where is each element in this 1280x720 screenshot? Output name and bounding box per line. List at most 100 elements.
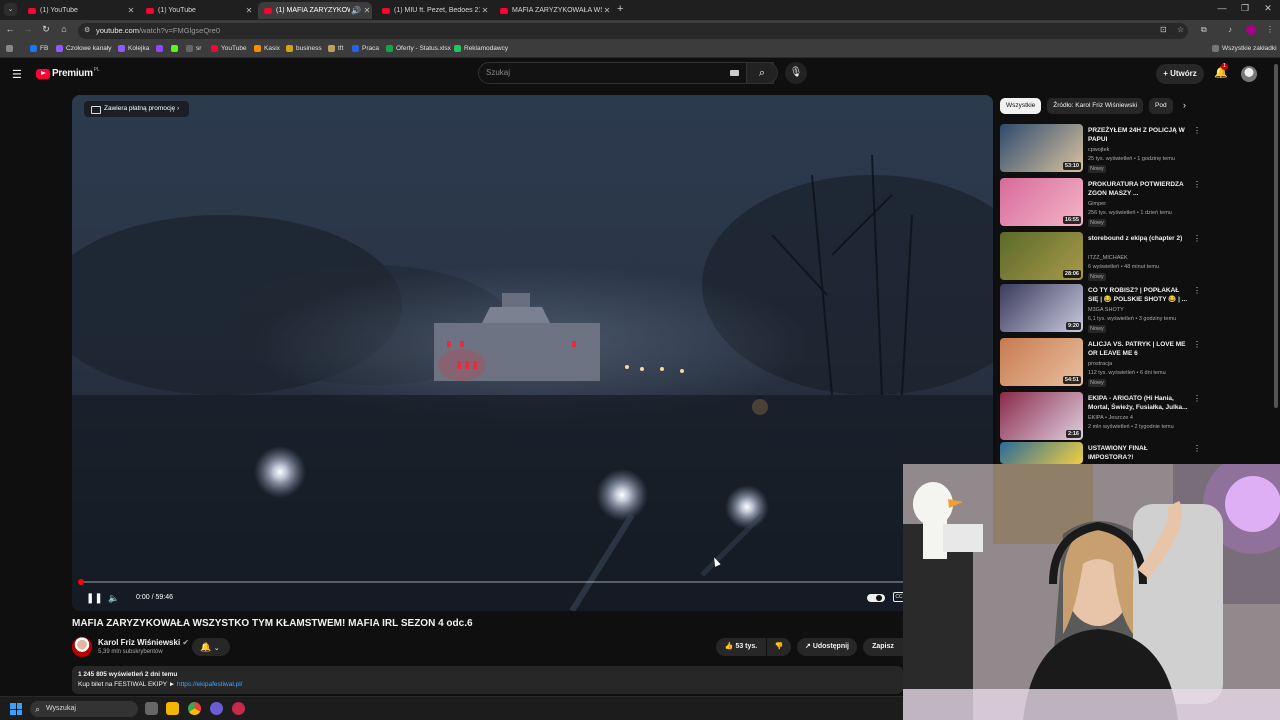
- video-title[interactable]: USTAWIONY FINAŁ IMPOSTORA?!: [1088, 444, 1188, 462]
- create-button[interactable]: + Utwórz: [1156, 64, 1204, 84]
- description-box[interactable]: 1 245 805 wyświetleń 2 dni temu Kup bile…: [72, 666, 903, 694]
- video-title[interactable]: storebound z ekipą (chapter 2): [1088, 234, 1188, 243]
- volume-icon[interactable]: 🔈: [108, 593, 119, 604]
- recommended-video[interactable]: 2:16 EKIPA - ARIGATO (Hi Hania, Mortal, Ś…: [1000, 392, 1201, 442]
- all-bookmarks[interactable]: Wszystkie zakładki: [1212, 45, 1277, 52]
- close-tab-icon[interactable]: ✕: [126, 6, 136, 15]
- back-icon[interactable]: ←: [3, 24, 17, 34]
- site-info-icon[interactable]: ⚙: [84, 23, 90, 39]
- video-title[interactable]: ALICJA VS. PATRYK | LOVE ME OR LEAVE ME …: [1088, 340, 1188, 358]
- more-options-icon[interactable]: ⋮: [1193, 234, 1201, 243]
- bookmark-oferty[interactable]: Oferty - Status.xlsx: [386, 45, 451, 52]
- search-button[interactable]: ⌕: [746, 62, 778, 84]
- channel-name[interactable]: ITZZ_MICHAEK: [1088, 255, 1128, 261]
- recommended-video[interactable]: 53:10 PRZEŻYŁEM 24H Z POLICJĄ W PAPUI cpwo…: [1000, 124, 1201, 174]
- restore-button[interactable]: ❐: [1237, 3, 1253, 14]
- home-icon[interactable]: ⌂: [57, 24, 71, 34]
- keyboard-icon[interactable]: [730, 70, 739, 76]
- windows-start-icon[interactable]: [10, 703, 22, 715]
- video-thumbnail[interactable]: [1000, 442, 1083, 464]
- extensions-icon[interactable]: ⧉: [1201, 25, 1207, 35]
- video-title[interactable]: PRZEŻYŁEM 24H Z POLICJĄ W PAPUI: [1088, 126, 1188, 144]
- bookmark-fb[interactable]: FB: [30, 45, 48, 52]
- video-title[interactable]: PROKURATURA POTWIERDZA ZGON MASZY ...: [1088, 180, 1188, 198]
- browser-tab[interactable]: (1) MIÚ ft. Pezet, Bedoes 2115 ✕: [376, 2, 490, 19]
- speaker-icon[interactable]: 🔊: [350, 6, 362, 15]
- bookmark-sr[interactable]: sr: [186, 45, 201, 52]
- hamburger-menu-icon[interactable]: ☰: [12, 68, 22, 81]
- browser-tab[interactable]: MAFIA ZARYZYKOWAŁA WSZY ✕: [494, 2, 612, 19]
- more-options-icon[interactable]: ⋮: [1193, 394, 1201, 403]
- bookmark-kick[interactable]: [171, 45, 181, 52]
- bookmark-praca[interactable]: Praca: [352, 45, 379, 52]
- close-window-button[interactable]: ✕: [1260, 3, 1276, 14]
- forward-icon[interactable]: →: [21, 24, 35, 34]
- festival-link[interactable]: https://ekipafestiwal.pl/: [177, 681, 242, 688]
- address-bar[interactable]: ⚙ youtube.com/watch?v=FMGlgseQre0: [78, 23, 1188, 39]
- channel-name[interactable]: Karol Friz Wiśniewski ✔: [98, 638, 189, 647]
- bookmark-kolejka[interactable]: Kolejka: [118, 45, 149, 52]
- chip-source[interactable]: Źródło: Karol Friz Wiśniewski: [1047, 98, 1144, 114]
- video-thumbnail[interactable]: 16:55: [1000, 178, 1083, 226]
- dislike-button[interactable]: 👎: [767, 638, 791, 656]
- discord-icon[interactable]: [210, 702, 223, 715]
- profile-icon[interactable]: [1246, 25, 1256, 35]
- recommended-video[interactable]: USTAWIONY FINAŁ IMPOSTORA?! ⋮: [1000, 442, 1201, 464]
- video-title[interactable]: CO TY ROBISZ? | POPŁAKAŁ SIĘ | 😂 POLSKIE…: [1088, 286, 1188, 304]
- channel-name[interactable]: Gimper: [1088, 201, 1106, 207]
- recommended-video[interactable]: 9:20 CO TY ROBISZ? | POPŁAKAŁ SIĘ | 😂 POL…: [1000, 284, 1201, 334]
- video-thumbnail[interactable]: 2:16: [1000, 392, 1083, 440]
- pause-button[interactable]: ❚❚: [86, 593, 103, 604]
- chip-all[interactable]: Wszystkie: [1000, 98, 1042, 114]
- bookmark-kasix[interactable]: Kasix: [254, 45, 280, 52]
- video-player[interactable]: Zawiera płatną promocję › ❚❚ 🔈 0:00 / 59…: [72, 95, 993, 611]
- recommended-video[interactable]: 28:06 storebound z ekipą (chapter 2) ITZZ_…: [1000, 232, 1201, 282]
- video-thumbnail[interactable]: 53:10: [1000, 124, 1083, 172]
- video-thumbnail[interactable]: 9:20: [1000, 284, 1083, 332]
- bookmark-business[interactable]: business: [286, 45, 322, 52]
- task-view-icon[interactable]: [145, 702, 158, 715]
- reload-icon[interactable]: ↻: [39, 24, 53, 35]
- recommended-video[interactable]: 54:51 ALICJA VS. PATRYK | LOVE ME OR LEAV…: [1000, 338, 1201, 388]
- menu-icon[interactable]: ⋮: [1266, 25, 1274, 34]
- browser-tab[interactable]: (1) YouTube ✕: [140, 2, 254, 19]
- progress-bar[interactable]: [78, 579, 987, 585]
- bookmark-reklamodawcy[interactable]: Reklamodawcy: [454, 45, 508, 52]
- avatar[interactable]: [1241, 66, 1257, 82]
- tab-search-button[interactable]: ⌄: [4, 3, 17, 16]
- chip-related[interactable]: Pod: [1149, 98, 1174, 114]
- obs-icon[interactable]: [232, 702, 245, 715]
- channel-name[interactable]: cpwojtek: [1088, 147, 1109, 153]
- like-button[interactable]: 👍 53 tys.: [716, 638, 766, 656]
- more-options-icon[interactable]: ⋮: [1193, 180, 1201, 189]
- microphone-icon[interactable]: 🎙: [785, 62, 807, 84]
- media-icon[interactable]: ♪: [1228, 25, 1232, 34]
- close-tab-icon[interactable]: ✕: [480, 6, 490, 15]
- channel-name[interactable]: prostracja: [1088, 361, 1112, 367]
- minimize-button[interactable]: —: [1214, 3, 1230, 13]
- bookmark-youtube[interactable]: YouTube: [211, 45, 247, 52]
- bookmark-star-icon[interactable]: ☆: [1177, 25, 1184, 34]
- browser-tab[interactable]: (1) YouTube ✕: [22, 2, 136, 19]
- more-options-icon[interactable]: ⋮: [1193, 444, 1201, 453]
- more-options-icon[interactable]: ⋮: [1193, 126, 1201, 135]
- share-button[interactable]: ↗ Udostępnij: [797, 638, 857, 656]
- install-icon[interactable]: ⊡: [1160, 25, 1167, 34]
- video-title[interactable]: EKIPA - ARIGATO (Hi Hania, Mortal, Śwież…: [1088, 394, 1188, 412]
- apps-icon[interactable]: [6, 45, 16, 52]
- save-button[interactable]: Zapisz: [863, 638, 903, 656]
- bookmark-tft[interactable]: tft: [328, 45, 343, 52]
- autoplay-toggle[interactable]: [867, 594, 885, 602]
- video-thumbnail[interactable]: 28:06: [1000, 232, 1083, 280]
- video-thumbnail[interactable]: 54:51: [1000, 338, 1083, 386]
- bookmark-twitch[interactable]: [156, 45, 166, 52]
- youtube-logo[interactable]: Premium PL: [36, 67, 100, 79]
- paid-promotion-badge[interactable]: Zawiera płatną promocję ›: [84, 101, 190, 117]
- channel-name[interactable]: EKIPA • Jeszcze 4: [1088, 415, 1133, 421]
- close-tab-icon[interactable]: ✕: [244, 6, 254, 15]
- close-tab-icon[interactable]: ✕: [362, 6, 372, 15]
- chrome-icon[interactable]: [188, 702, 201, 715]
- close-tab-icon[interactable]: ✕: [602, 6, 612, 15]
- new-tab-button[interactable]: +: [617, 3, 623, 15]
- recommended-video[interactable]: 16:55 PROKURATURA POTWIERDZA ZGON MASZY .…: [1000, 178, 1201, 228]
